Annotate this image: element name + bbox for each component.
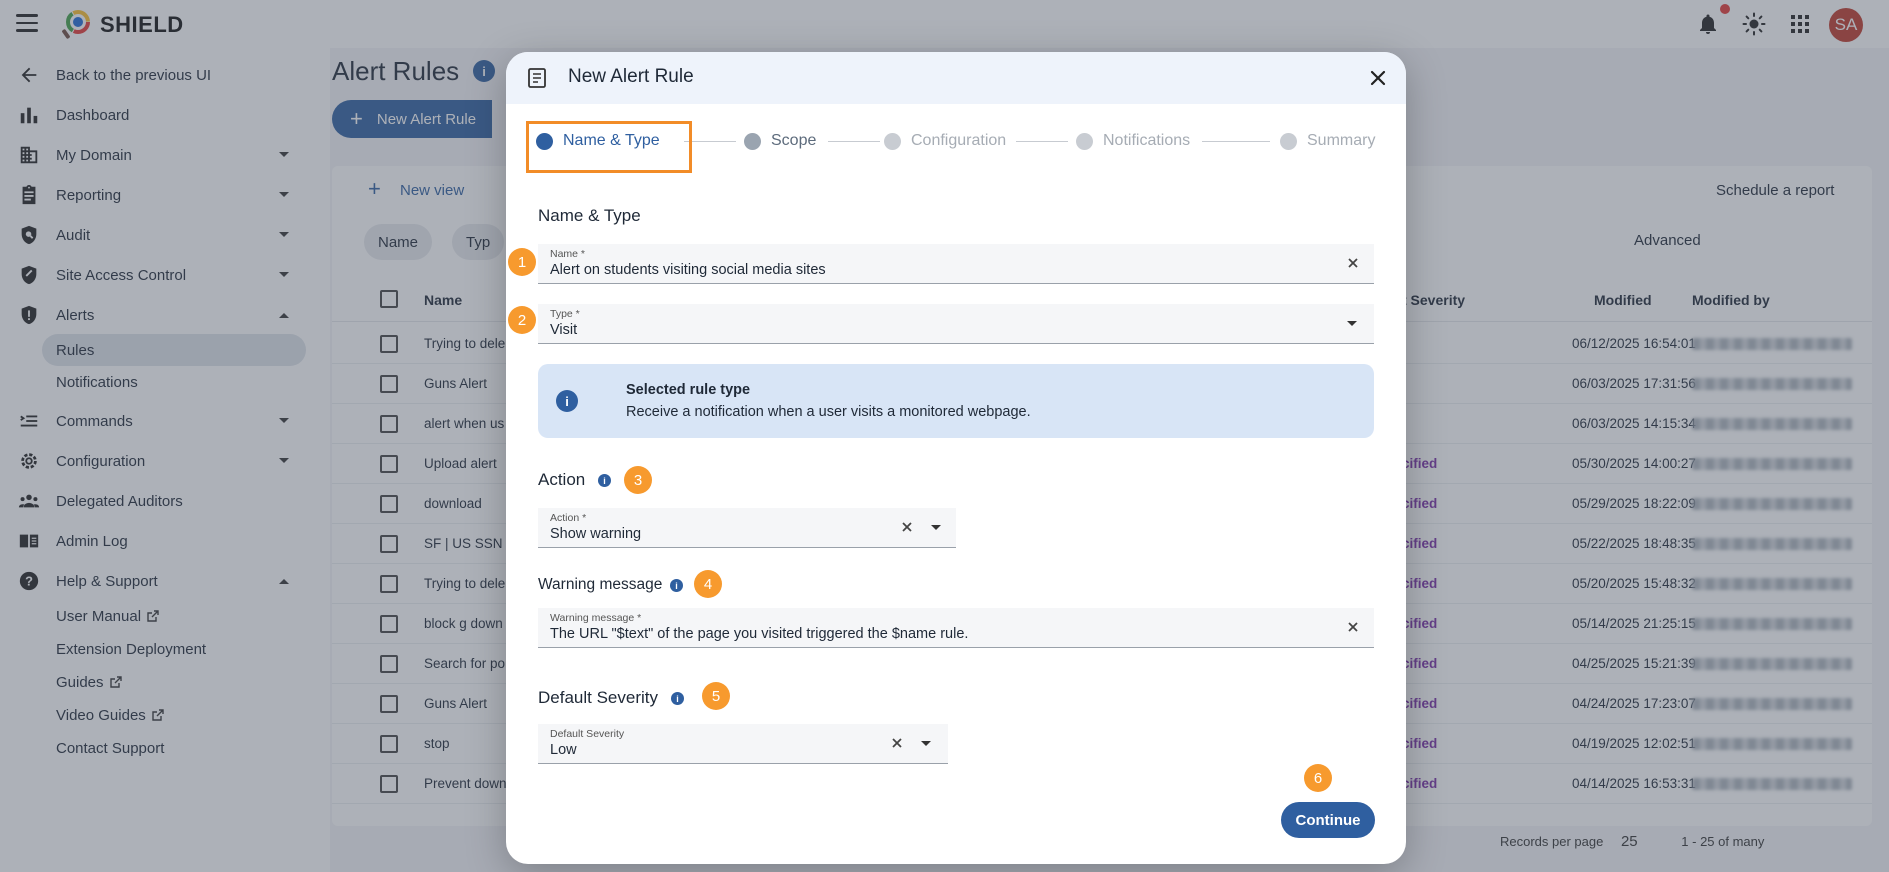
dropdown-arrow-icon[interactable] (930, 524, 942, 532)
dialog-title: New Alert Rule (568, 66, 694, 87)
step-dot (1076, 132, 1093, 150)
warning-field-label: Warning message * (550, 612, 642, 624)
info-icon[interactable]: i (598, 474, 611, 487)
step-notifications[interactable]: Notifications (1076, 132, 1190, 150)
callout-badge-5: 5 (702, 682, 730, 710)
clear-icon[interactable] (890, 736, 904, 750)
info-icon: i (556, 390, 578, 412)
document-icon (528, 68, 546, 88)
warning-message-input[interactable]: The URL "$text" of the page you visited … (550, 626, 968, 642)
dropdown-arrow-icon[interactable] (1346, 320, 1358, 328)
callout-badge-6: 6 (1304, 764, 1332, 792)
dropdown-arrow-icon[interactable] (920, 740, 932, 748)
step-connector (1016, 141, 1068, 142)
step-configuration[interactable]: Configuration (884, 132, 1006, 150)
warning-section-title: Warning message (538, 576, 663, 593)
step-connector (828, 141, 880, 142)
step-scope[interactable]: Scope (744, 132, 816, 150)
continue-button[interactable]: Continue (1281, 802, 1375, 838)
info-icon[interactable]: i (671, 692, 684, 705)
default-severity-select[interactable]: Default Severity Low (538, 724, 948, 764)
severity-value: Low (550, 742, 577, 758)
action-field-label: Action * (550, 512, 587, 524)
action-section-title: Action (538, 470, 586, 489)
clear-icon[interactable] (1346, 256, 1360, 270)
type-value: Visit (550, 322, 578, 338)
step-dot (884, 132, 901, 150)
info-icon[interactable]: i (670, 579, 683, 592)
info-box-title: Selected rule type (626, 382, 751, 398)
step-dot (1280, 132, 1297, 150)
step-label: Scope (771, 132, 817, 149)
step-dot (744, 132, 761, 150)
callout-badge-4: 4 (694, 570, 722, 598)
name-field[interactable]: Name * Alert on students visiting social… (538, 244, 1374, 284)
new-alert-rule-dialog: New Alert Rule Name & Type Scope Configu… (506, 52, 1406, 864)
step-label: Summary (1307, 132, 1376, 149)
severity-section-title: Default Severity (538, 688, 658, 707)
close-icon[interactable] (1368, 68, 1388, 88)
action-select[interactable]: Action * Show warning (538, 508, 956, 548)
callout-badge-1: 1 (508, 248, 536, 276)
rule-type-info-box: i Selected rule type Receive a notificat… (538, 364, 1374, 438)
clear-icon[interactable] (900, 520, 914, 534)
type-field-label: Type * (550, 308, 580, 320)
callout-badge-2: 2 (508, 306, 536, 334)
warning-message-field[interactable]: Warning message * The URL "$text" of the… (538, 608, 1374, 648)
section-title: Name & Type (538, 206, 641, 225)
callout-badge-3: 3 (624, 466, 652, 494)
name-input[interactable]: Alert on students visiting social media … (550, 262, 826, 278)
step-label: Notifications (1103, 132, 1191, 149)
step-connector (1202, 141, 1270, 142)
name-field-label: Name * (550, 248, 586, 260)
step-label: Configuration (911, 132, 1007, 149)
dialog-header: New Alert Rule (506, 52, 1406, 104)
step-summary[interactable]: Summary (1280, 132, 1375, 150)
severity-field-label: Default Severity (550, 728, 625, 740)
type-select[interactable]: Type * Visit (538, 304, 1374, 344)
action-value: Show warning (550, 526, 642, 542)
current-step-highlight (526, 121, 692, 173)
info-box-text: Receive a notification when a user visit… (626, 404, 1031, 420)
clear-icon[interactable] (1346, 620, 1360, 634)
